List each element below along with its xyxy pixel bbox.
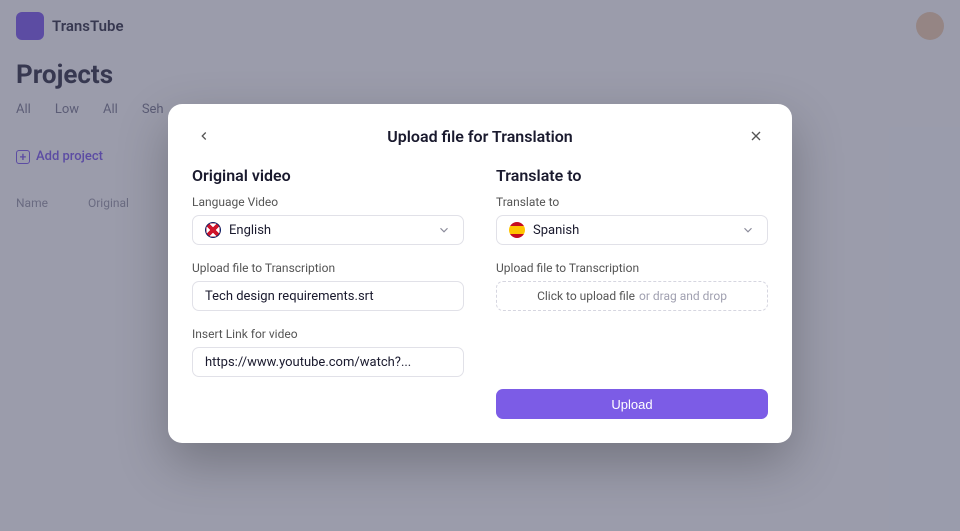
translate-section-title: Translate to bbox=[496, 166, 768, 185]
original-upload-label: Upload file to Transcription bbox=[192, 261, 464, 275]
target-file-dropzone[interactable]: Click to upload file or drag and drop bbox=[496, 281, 768, 311]
target-upload-label: Upload file to Transcription bbox=[496, 261, 768, 275]
language-video-label: Language Video bbox=[192, 195, 464, 209]
target-language-select[interactable]: Spanish bbox=[496, 215, 768, 245]
original-language-select[interactable]: English bbox=[192, 215, 464, 245]
upload-modal: Upload file for Translation Original vid… bbox=[168, 104, 792, 443]
modal-overlay: Upload file for Translation Original vid… bbox=[0, 0, 960, 531]
back-button[interactable] bbox=[192, 124, 216, 148]
video-link-value: https://www.youtube.com/watch?... bbox=[205, 355, 411, 370]
chevron-left-icon bbox=[197, 129, 211, 143]
original-language-value: English bbox=[229, 223, 271, 238]
translate-column: Translate to Translate to Spanish Upload… bbox=[496, 166, 768, 419]
video-link-input[interactable]: https://www.youtube.com/watch?... bbox=[192, 347, 464, 377]
close-icon bbox=[748, 128, 764, 144]
original-file-name: Tech design requirements.srt bbox=[205, 289, 374, 304]
modal-header: Upload file for Translation bbox=[192, 124, 768, 148]
dropzone-hint: or drag and drop bbox=[639, 289, 727, 303]
chevron-down-icon bbox=[741, 223, 755, 237]
translate-to-label: Translate to bbox=[496, 195, 768, 209]
original-file-field[interactable]: Tech design requirements.srt bbox=[192, 281, 464, 311]
chevron-down-icon bbox=[437, 223, 451, 237]
modal-title: Upload file for Translation bbox=[387, 127, 572, 146]
close-button[interactable] bbox=[744, 124, 768, 148]
uk-flag-icon bbox=[205, 222, 221, 238]
insert-link-label: Insert Link for video bbox=[192, 327, 464, 341]
upload-button[interactable]: Upload bbox=[496, 389, 768, 419]
target-language-value: Spanish bbox=[533, 223, 579, 238]
original-column: Original video Language Video English Up… bbox=[192, 166, 464, 419]
dropzone-cta: Click to upload file bbox=[537, 289, 635, 303]
original-section-title: Original video bbox=[192, 166, 464, 185]
spain-flag-icon bbox=[509, 222, 525, 238]
